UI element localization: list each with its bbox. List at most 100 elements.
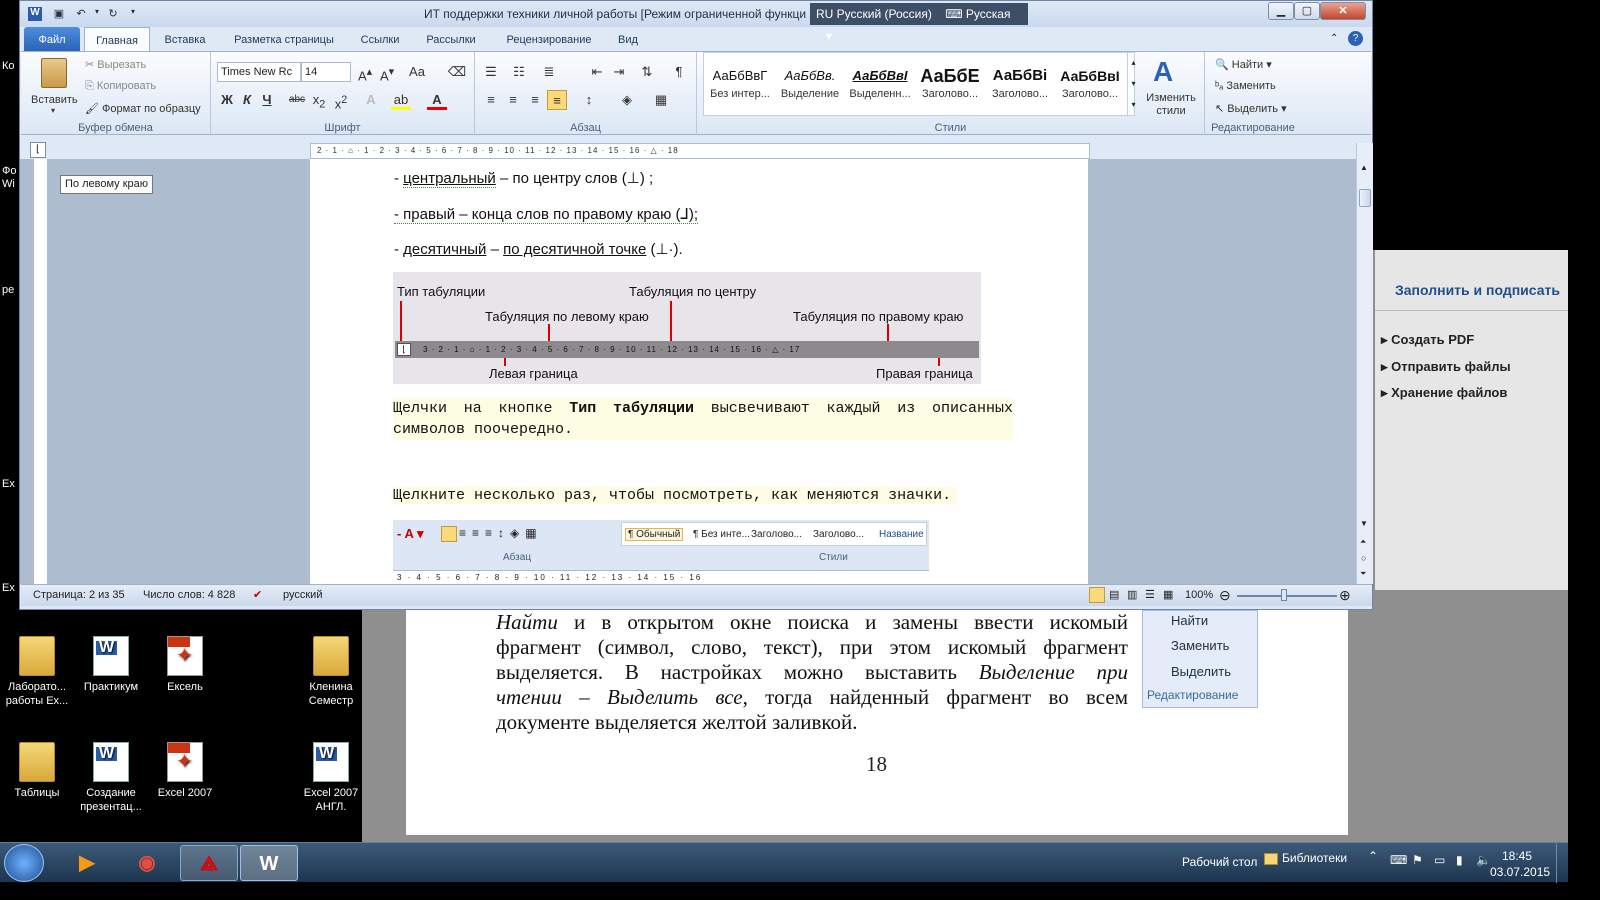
tray-flag-icon[interactable]: ⚑ bbox=[1412, 853, 1423, 867]
bold-icon[interactable]: Ж bbox=[217, 90, 237, 110]
tab-mailings[interactable]: Рассылки bbox=[416, 27, 486, 51]
align-right-icon[interactable]: ≡ bbox=[525, 90, 545, 110]
desktop-icon[interactable]: Создание презентац... bbox=[76, 742, 146, 814]
horizontal-ruler[interactable]: 2 · 1 · ⌂ · 1 · 2 · 3 · 4 · 5 · 6 · 7 · … bbox=[310, 143, 1090, 159]
underline-icon[interactable]: Ч bbox=[257, 90, 277, 110]
cut-button[interactable]: ✂ Вырезать bbox=[85, 58, 146, 71]
superscript-icon[interactable]: x2 bbox=[331, 90, 351, 111]
format-painter-button[interactable]: 🖌 Формат по образцу bbox=[85, 102, 201, 115]
style-heading-3[interactable]: АаБбВвІ Заголово... bbox=[1055, 56, 1125, 110]
undo-dropdown-icon[interactable]: ▾ bbox=[90, 7, 104, 21]
status-words[interactable]: Число слов: 4 828 bbox=[143, 585, 235, 606]
taskbar-media-player-icon[interactable]: ▶ bbox=[58, 845, 116, 881]
decrease-indent-icon[interactable]: ⇤ bbox=[587, 62, 607, 82]
sort-icon[interactable]: ⇅ bbox=[637, 62, 657, 82]
status-page[interactable]: Страница: 2 из 35 bbox=[33, 585, 125, 606]
taskbar-word-icon[interactable]: W bbox=[240, 845, 298, 881]
align-left-icon[interactable]: ≡ bbox=[481, 90, 501, 110]
next-page-icon[interactable]: ⏷ bbox=[1360, 569, 1366, 579]
find-button[interactable]: 🔍 Найти ▾ bbox=[1215, 58, 1272, 71]
shrink-font-icon[interactable]: A▾ bbox=[377, 62, 397, 83]
desktop-icon[interactable]: Таблицы bbox=[2, 742, 72, 800]
taskbar-libraries[interactable]: Библиотеки bbox=[1282, 851, 1347, 865]
zoom-slider[interactable] bbox=[1237, 595, 1337, 597]
language-bar[interactable]: RU Русский (Россия) ⌨ Русская ▾ bbox=[810, 3, 1028, 43]
acrobat-item-send-files[interactable]: ▸ Отправить файлы bbox=[1381, 359, 1511, 375]
clock-time[interactable]: 18:45 bbox=[1502, 849, 1532, 863]
change-styles-icon[interactable]: A bbox=[1153, 56, 1173, 88]
desktop-icon[interactable]: Лаборато... работы Ex... bbox=[2, 636, 72, 708]
scroll-thumb[interactable] bbox=[1359, 189, 1371, 207]
italic-icon[interactable]: К bbox=[237, 90, 257, 110]
save-icon[interactable]: ▣ bbox=[52, 7, 66, 21]
scroll-up-icon[interactable]: ▲ bbox=[1360, 163, 1368, 172]
language-indicator[interactable]: RU Русский (Россия) bbox=[816, 7, 932, 21]
tray-keyboard-icon[interactable]: ⌨ bbox=[1390, 853, 1407, 867]
tab-home[interactable]: Главная bbox=[84, 27, 150, 51]
vertical-scrollbar[interactable]: ▲ ▼ ⏶ ○ ⏷ bbox=[1356, 143, 1373, 584]
taskbar-acrobat-icon[interactable]: ⟁ bbox=[180, 845, 238, 881]
select-button[interactable]: ↖ Выделить ▾ bbox=[1215, 102, 1287, 115]
paste-button[interactable]: Вставить bbox=[31, 94, 78, 106]
desktop-icon[interactable]: Практикум bbox=[76, 636, 146, 694]
grow-font-icon[interactable]: A▴ bbox=[355, 62, 375, 83]
replace-button[interactable]: ᵇₐ Заменить bbox=[1215, 80, 1276, 92]
style-no-spacing[interactable]: АаБбВвГ Без интер... bbox=[705, 56, 775, 110]
acrobat-item-store-files[interactable]: ▸ Хранение файлов bbox=[1381, 385, 1507, 401]
highlight-icon[interactable]: ab bbox=[391, 90, 411, 110]
customize-toolbar-icon[interactable]: ▾ bbox=[126, 7, 140, 21]
redo-icon[interactable]: ↻ bbox=[106, 7, 120, 21]
change-case-icon[interactable]: Aa bbox=[407, 62, 427, 82]
increase-indent-icon[interactable]: ⇥ bbox=[609, 62, 629, 82]
undo-icon[interactable]: ↶ bbox=[74, 7, 88, 21]
desktop-icon[interactable]: Кленина Семестр bbox=[296, 636, 366, 708]
change-styles-button[interactable]: Изменить стили bbox=[1143, 92, 1199, 118]
scroll-down-icon[interactable]: ▼ bbox=[1360, 519, 1368, 528]
paste-dropdown-icon[interactable]: ▾ bbox=[51, 106, 55, 115]
justify-icon[interactable]: ≡ bbox=[547, 90, 567, 110]
desktop-icon[interactable]: Ексель bbox=[150, 636, 220, 694]
tab-insert[interactable]: Вставка bbox=[156, 27, 214, 51]
borders-icon[interactable]: ▦ bbox=[651, 90, 671, 110]
style-heading-2[interactable]: АаБбВі Заголово... bbox=[985, 56, 1055, 110]
text-effects-icon[interactable]: A bbox=[361, 90, 381, 110]
minimize-ribbon-icon[interactable]: ⌃ bbox=[1330, 33, 1338, 44]
paste-icon[interactable] bbox=[41, 58, 67, 88]
zoom-slider-thumb[interactable] bbox=[1281, 589, 1287, 601]
tab-view[interactable]: Вид bbox=[610, 27, 646, 51]
minimize-button[interactable]: ▁ bbox=[1268, 2, 1294, 20]
browse-object-icon[interactable]: ○ bbox=[1361, 553, 1366, 563]
multilevel-list-icon[interactable]: ≣ bbox=[539, 62, 559, 82]
tray-display-icon[interactable]: ▭ bbox=[1434, 853, 1445, 867]
style-heading-1[interactable]: АаБбЕ Заголово... bbox=[915, 56, 985, 110]
clear-formatting-icon[interactable]: ⌫ bbox=[447, 62, 467, 82]
view-draft-icon[interactable]: ▦ bbox=[1163, 585, 1173, 606]
tab-selector-button[interactable]: ⌊ bbox=[30, 142, 46, 158]
tray-expand-icon[interactable]: ⌃ bbox=[1368, 849, 1378, 863]
zoom-in-icon[interactable]: ⊕ bbox=[1339, 585, 1351, 606]
show-desktop-button[interactable] bbox=[1556, 843, 1568, 883]
subscript-icon[interactable]: x2 bbox=[309, 90, 329, 111]
show-marks-icon[interactable]: ¶ bbox=[669, 62, 689, 82]
tray-network-icon[interactable]: ▮ bbox=[1456, 853, 1463, 867]
close-button[interactable]: ✕ bbox=[1320, 2, 1366, 20]
styles-scroll[interactable]: ▴ ▾ ▾ bbox=[1127, 52, 1139, 116]
start-button[interactable] bbox=[4, 844, 44, 882]
vertical-ruler[interactable] bbox=[34, 159, 48, 584]
proofing-icon[interactable]: ✔ bbox=[253, 585, 262, 606]
strikethrough-icon[interactable]: abc bbox=[287, 90, 307, 110]
acrobat-item-create-pdf[interactable]: ▸ Создать PDF bbox=[1381, 332, 1474, 348]
shading-icon[interactable]: ◈ bbox=[617, 90, 637, 110]
tab-review[interactable]: Рецензирование bbox=[492, 27, 606, 51]
style-emphasis[interactable]: АаБбВв. Выделение bbox=[775, 56, 845, 110]
taskbar-chrome-icon[interactable]: ◉ bbox=[118, 845, 176, 881]
view-web-icon[interactable]: ▥ bbox=[1127, 585, 1137, 606]
style-intense-emphasis[interactable]: АаБбВвІ Выделенн... bbox=[845, 56, 915, 110]
font-name-field[interactable]: Times New Rc bbox=[217, 62, 301, 82]
font-size-field[interactable]: 14 bbox=[301, 62, 351, 82]
numbering-icon[interactable]: ☷ bbox=[509, 62, 529, 82]
copy-button[interactable]: ⎘ Копировать bbox=[85, 80, 156, 93]
desktop-icon[interactable]: Excel 2007 bbox=[150, 742, 220, 800]
font-color-icon[interactable]: A bbox=[427, 90, 447, 110]
tab-page-layout[interactable]: Разметка страницы bbox=[222, 27, 346, 51]
